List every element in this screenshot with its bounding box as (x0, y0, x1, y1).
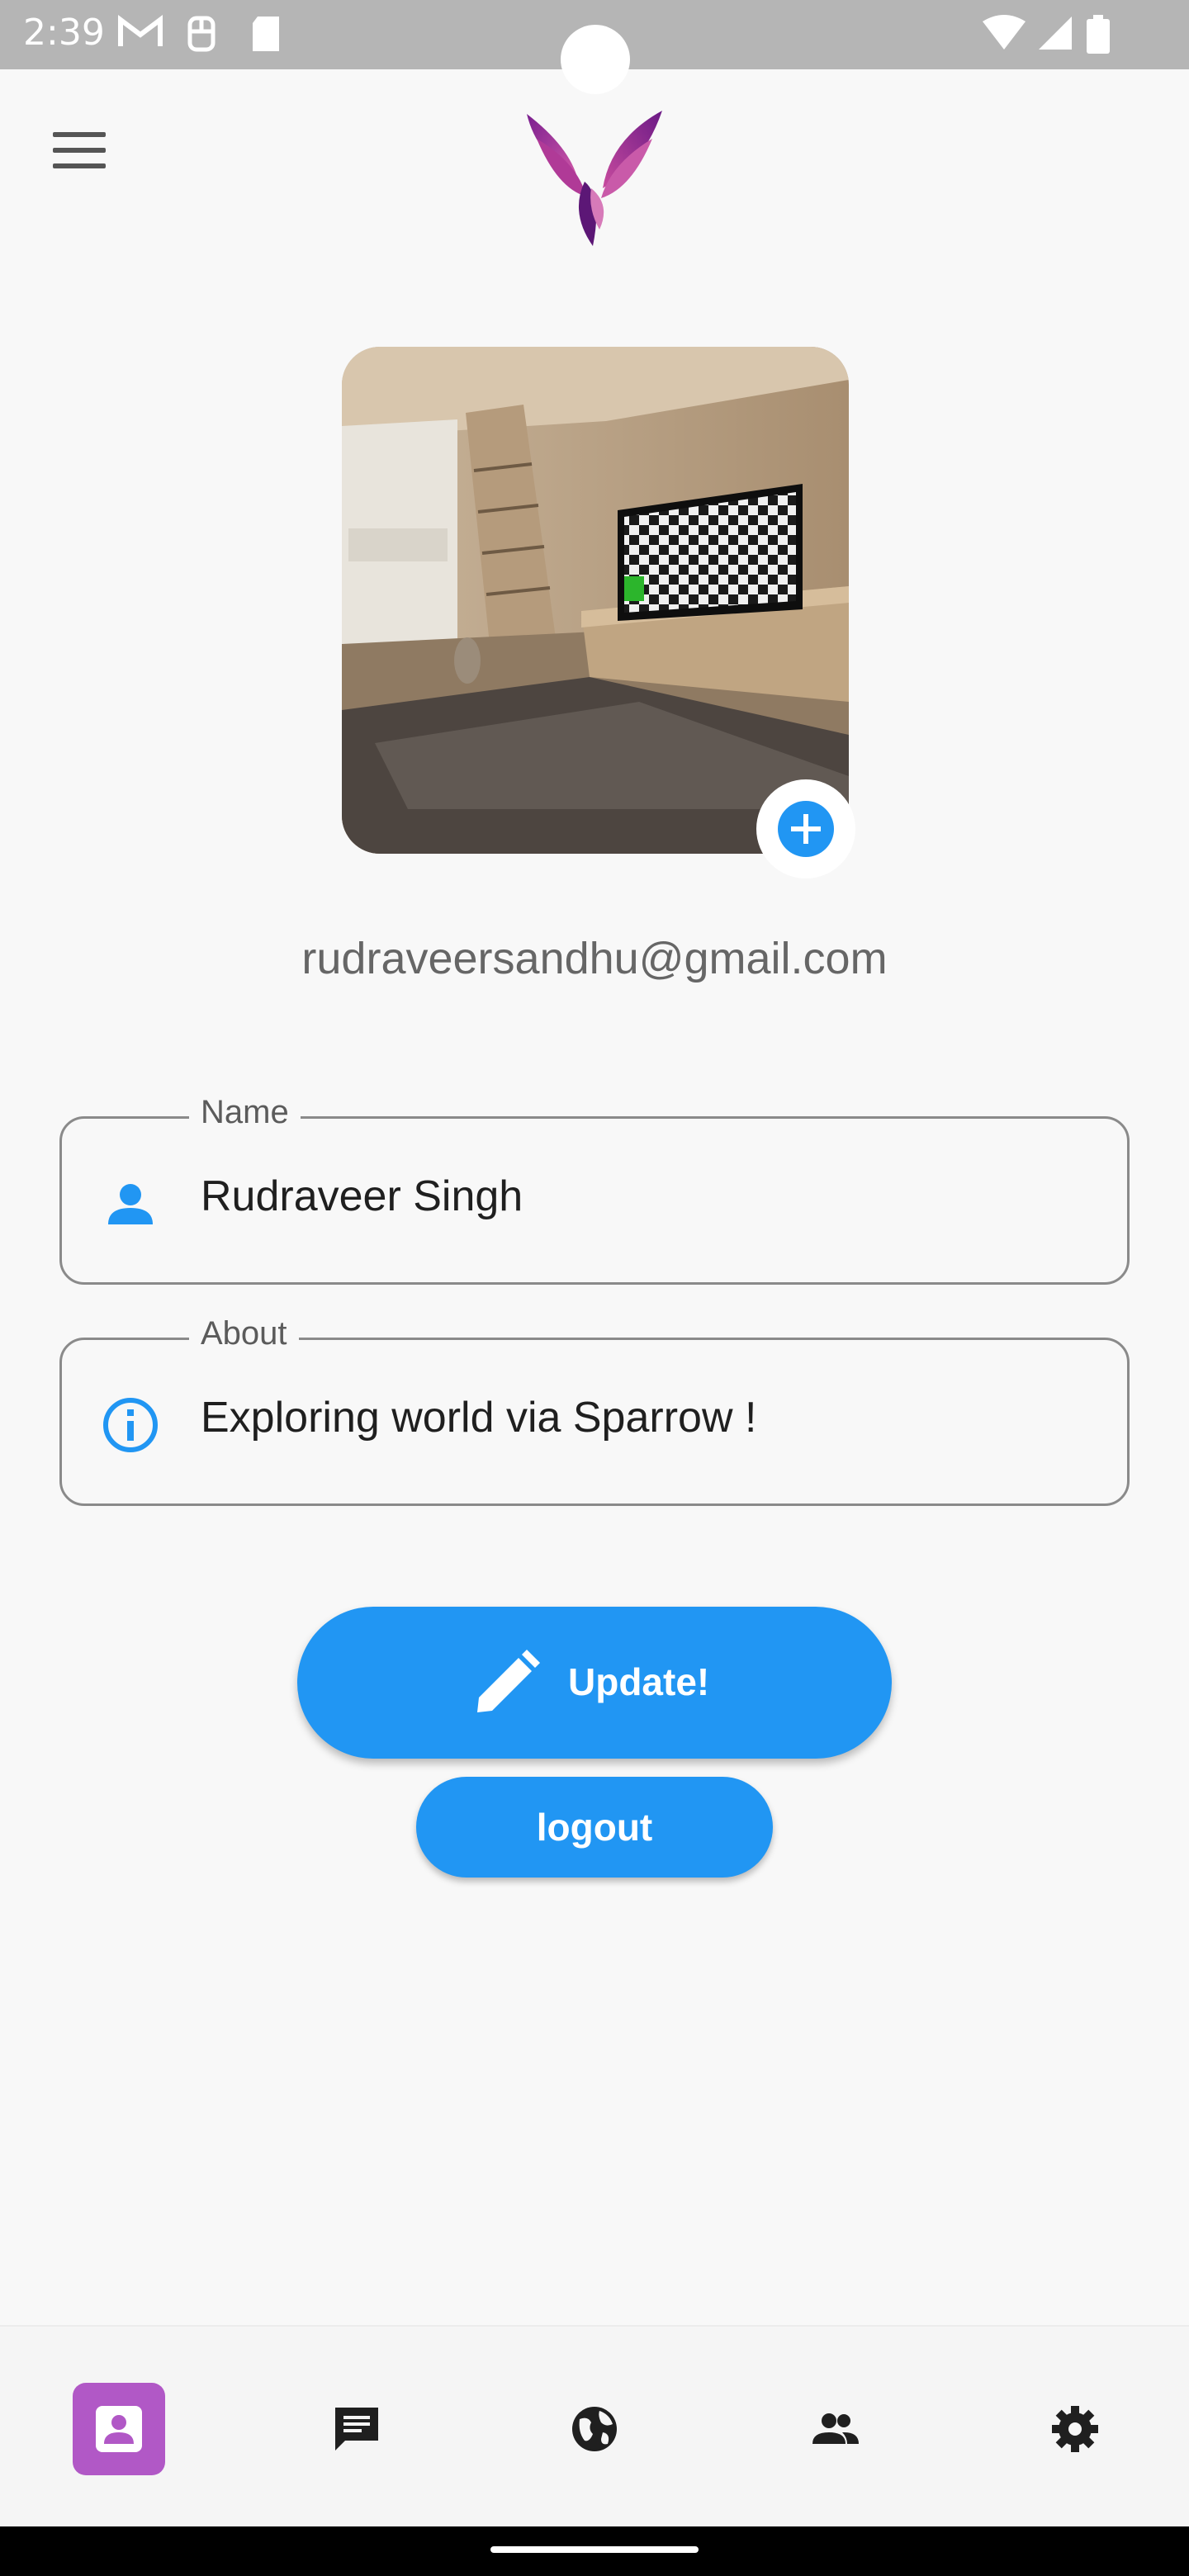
sparrow-logo (527, 111, 662, 246)
pencil-icon (477, 1650, 540, 1712)
person-icon (108, 1184, 153, 1224)
profile-email: rudraveersandhu@gmail.com (301, 934, 888, 983)
globe-icon (572, 2407, 617, 2451)
gesture-bar (0, 2526, 1189, 2576)
profile-photo-image (342, 347, 849, 854)
add-photo-button[interactable] (756, 779, 855, 878)
signal-icon (1039, 17, 1072, 50)
sd-card-icon (253, 17, 279, 51)
about-field[interactable]: About Exploring world via Sparrow ! (59, 1315, 1130, 1506)
settings-icon (1052, 2406, 1098, 2452)
name-field[interactable]: Name Rudraveer Singh (59, 1094, 1130, 1285)
nav-item-explore[interactable] (548, 2383, 641, 2475)
info-icon (103, 1398, 158, 1452)
logout-button-label: logout (536, 1806, 653, 1849)
update-button-label: Update! (568, 1660, 710, 1703)
about-field-label: About (189, 1315, 299, 1352)
notification-icon (187, 16, 216, 52)
logout-button[interactable]: logout (416, 1777, 773, 1878)
status-time: 2:39 (23, 12, 105, 54)
person-icon (96, 2406, 142, 2452)
wifi-icon (983, 15, 1026, 50)
add-circle-icon (778, 801, 834, 857)
update-button[interactable]: Update! (297, 1607, 892, 1759)
about-field-value: Exploring world via Sparrow ! (201, 1394, 757, 1442)
nav-item-profile[interactable] (73, 2383, 165, 2475)
battery-icon (1087, 15, 1110, 54)
profile-photo[interactable] (342, 347, 849, 854)
nav-item-people[interactable] (789, 2383, 882, 2475)
camera-cutout (561, 25, 630, 94)
home-handle[interactable] (490, 2546, 699, 2553)
nav-item-settings[interactable] (1029, 2383, 1121, 2475)
gmail-icon (118, 15, 163, 46)
people-icon (812, 2413, 859, 2444)
bottom-navigation (0, 2325, 1189, 2526)
nav-item-chats[interactable] (310, 2383, 403, 2475)
name-field-value: Rudraveer Singh (201, 1172, 523, 1220)
chat-icon (335, 2408, 378, 2451)
name-field-label: Name (189, 1094, 301, 1131)
hamburger-menu-icon[interactable] (53, 132, 106, 168)
